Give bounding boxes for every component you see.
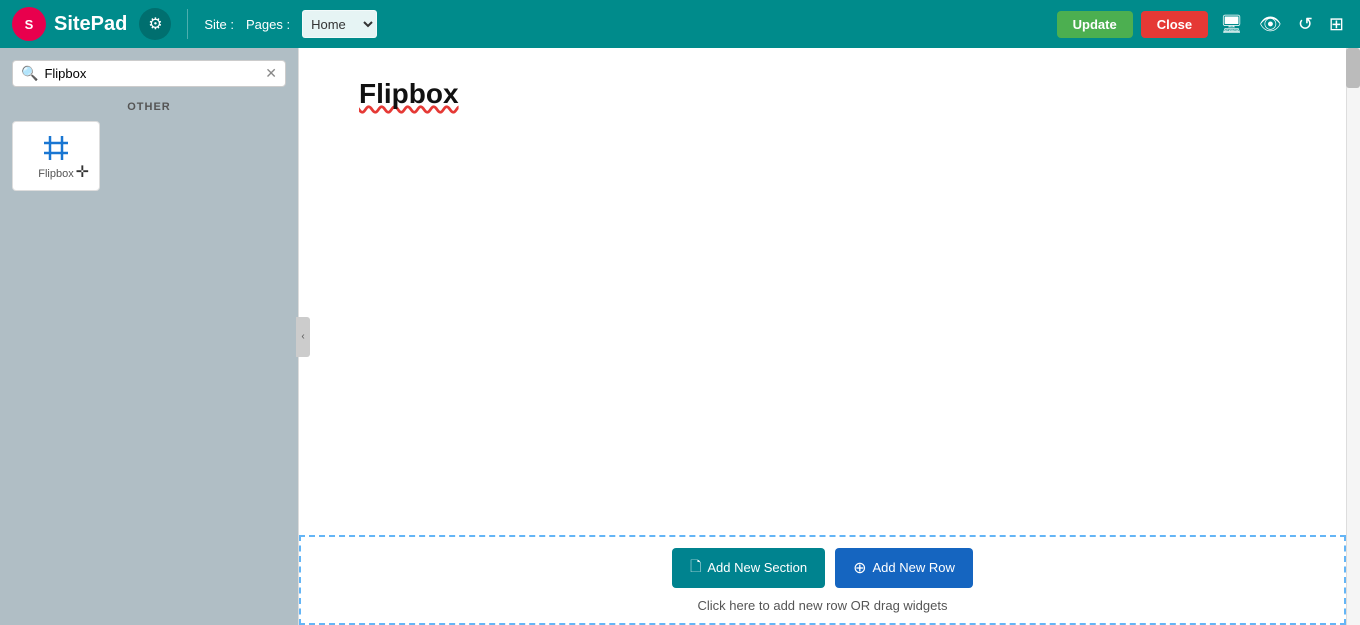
desktop-icon: 🖥 <box>1220 14 1243 34</box>
logo-area: S SitePad <box>12 7 127 41</box>
main-layout: 🔍 ✕ OTHER Flipbox ✛ <box>0 48 1360 625</box>
search-bar: 🔍 ✕ <box>12 60 286 87</box>
scrollbar-track[interactable] <box>1346 48 1360 625</box>
logo-icon: S <box>12 7 46 41</box>
add-new-row-button[interactable]: ⊕ Add New Row <box>835 548 973 588</box>
gear-icon: ⚙ <box>148 14 162 34</box>
plus-circle-icon: ⊕ <box>853 558 866 578</box>
update-button[interactable]: Update <box>1057 11 1133 38</box>
scrollbar-thumb[interactable] <box>1346 48 1360 88</box>
sidebar-collapse-toggle[interactable]: ‹ <box>296 317 310 357</box>
gear-button[interactable]: ⚙ <box>139 8 171 40</box>
search-clear-button[interactable]: ✕ <box>265 65 277 82</box>
history-icon-button[interactable]: ↺ <box>1294 12 1317 37</box>
pages-select[interactable]: Home About Contact <box>302 10 377 38</box>
header-right: Update Close 🖥 👁 ↺ ⊞ <box>1057 11 1348 38</box>
canvas-content: Flipbox <box>299 48 1360 448</box>
list-item[interactable]: Flipbox ✛ <box>12 121 100 191</box>
preview-icon-button[interactable]: 👁 <box>1255 12 1286 37</box>
desktop-icon-button[interactable]: 🖥 <box>1216 12 1247 37</box>
search-input[interactable] <box>44 66 259 81</box>
add-hint-text: Click here to add new row OR drag widget… <box>697 598 947 613</box>
svg-text:S: S <box>25 17 34 32</box>
drag-cursor-icon: ✛ <box>76 162 89 182</box>
file-icon: 🗋 <box>690 556 701 580</box>
flipbox-widget-icon <box>40 132 72 164</box>
add-buttons-row: 🗋 Add New Section ⊕ Add New Row <box>672 548 973 588</box>
sitemap-icon-button[interactable]: ⊞ <box>1325 12 1348 37</box>
header: S SitePad ⚙ Site : Pages : Home About Co… <box>0 0 1360 48</box>
pages-label: Pages : <box>246 17 290 32</box>
canvas-title: Flipbox <box>359 78 1300 110</box>
add-new-section-button[interactable]: 🗋 Add New Section <box>672 548 825 588</box>
widget-label: Flipbox <box>38 168 73 180</box>
site-label: Site : <box>204 17 234 32</box>
logo-text: SitePad <box>54 13 127 36</box>
section-label: OTHER <box>12 101 286 113</box>
widget-grid: Flipbox ✛ <box>12 121 286 191</box>
close-button[interactable]: Close <box>1141 11 1208 38</box>
eye-icon: 👁 <box>1259 14 1282 34</box>
canvas-area: Flipbox 🗋 Add New Section ⊕ Add New Row … <box>298 48 1360 625</box>
history-icon: ↺ <box>1298 14 1313 34</box>
sitemap-icon: ⊞ <box>1329 14 1344 34</box>
sidebar: 🔍 ✕ OTHER Flipbox ✛ <box>0 48 298 625</box>
search-icon: 🔍 <box>21 65 38 82</box>
collapse-icon: ‹ <box>301 331 304 342</box>
add-section-area[interactable]: 🗋 Add New Section ⊕ Add New Row Click he… <box>299 535 1346 625</box>
header-divider <box>187 9 188 39</box>
